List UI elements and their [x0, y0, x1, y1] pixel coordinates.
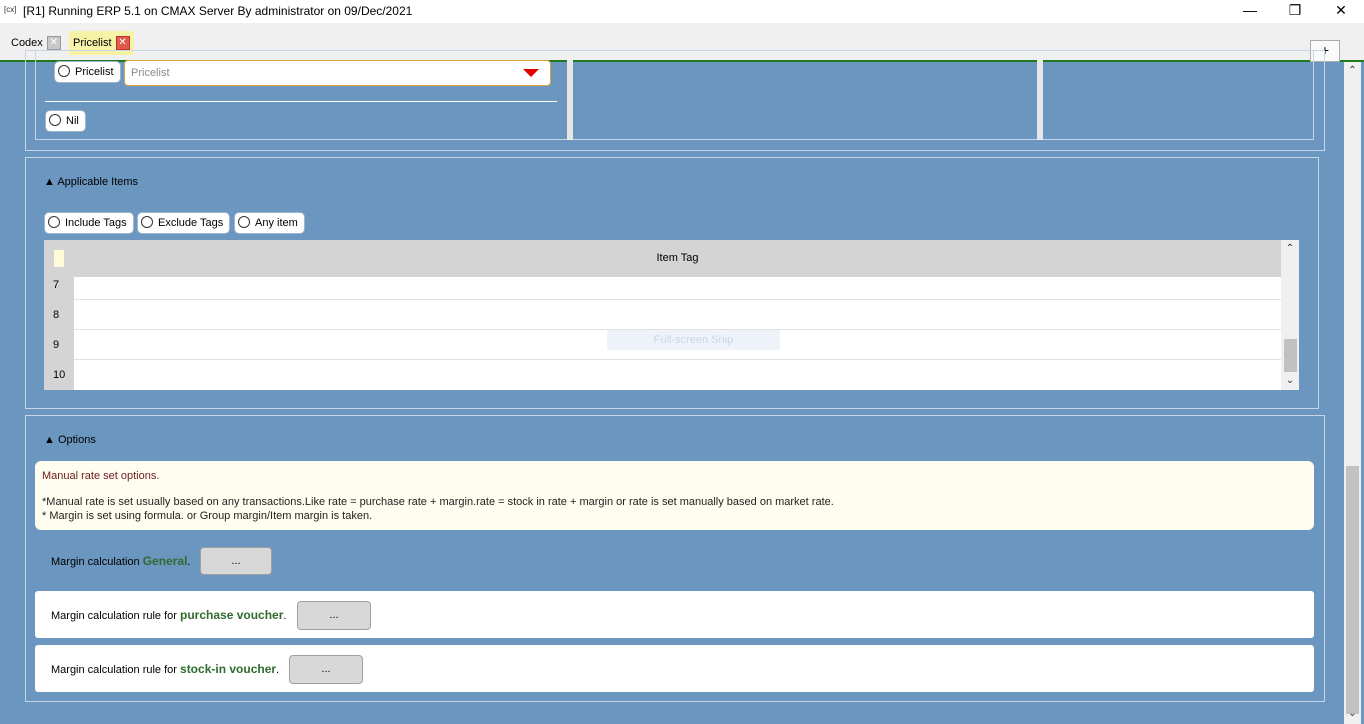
- window-title: [R1] Running ERP 5.1 on CMAX Server By a…: [23, 4, 413, 18]
- margin-general-label: Margin calculation General.: [51, 554, 191, 568]
- table-row[interactable]: 8: [44, 300, 1281, 330]
- scroll-up-icon[interactable]: ⌃: [1284, 243, 1296, 255]
- page-scroll-thumb[interactable]: [1346, 466, 1359, 714]
- purchase-rule-row: Margin calculation rule for purchase vou…: [35, 591, 1314, 638]
- column-splitter[interactable]: [567, 60, 573, 140]
- scroll-down-icon[interactable]: ⌄: [1284, 375, 1296, 387]
- exclude-tags-radio[interactable]: Exclude Tags: [137, 212, 231, 234]
- scroll-down-icon[interactable]: ⌄: [1346, 708, 1359, 719]
- radio-circle-icon: [48, 216, 60, 228]
- dropdown-arrow-icon: [523, 69, 539, 77]
- close-tab-icon[interactable]: ✕: [115, 36, 130, 51]
- item-tag-grid[interactable]: Item Tag 7 8 9 10 ⌃ ⌄: [44, 240, 1299, 390]
- pricelist-radio-label: Pricelist: [75, 66, 114, 78]
- scroll-up-icon[interactable]: ⌃: [1346, 65, 1359, 76]
- window-titlebar: [cx] [R1] Running ERP 5.1 on CMAX Server…: [0, 0, 1364, 23]
- include-tags-label: Include Tags: [65, 217, 127, 229]
- table-row[interactable]: 7: [44, 277, 1281, 300]
- exclude-tags-label: Exclude Tags: [158, 217, 224, 229]
- nil-radio[interactable]: Nil: [45, 110, 86, 132]
- pricelist-select[interactable]: Pricelist: [124, 60, 551, 86]
- stockin-rule-button[interactable]: ...: [289, 655, 363, 684]
- column-header-item-tag[interactable]: Item Tag: [74, 240, 1281, 277]
- app-logo-icon: [cx]: [4, 5, 17, 14]
- tab-codex-label: Codex: [11, 37, 43, 49]
- radio-circle-icon: [49, 114, 61, 126]
- grid-select-all-cell[interactable]: [54, 250, 64, 267]
- grid-header: Item Tag: [44, 240, 1281, 277]
- info-text: *Manual rate is set usually based on any…: [42, 496, 834, 508]
- minimize-button[interactable]: —: [1238, 2, 1262, 20]
- info-text: * Margin is set using formula. or Group …: [42, 510, 373, 522]
- any-item-label: Any item: [255, 217, 298, 229]
- divider: [45, 101, 557, 102]
- any-item-radio[interactable]: Any item: [234, 212, 305, 234]
- grid-scroll-thumb[interactable]: [1284, 339, 1297, 372]
- info-box: Manual rate set options. *Manual rate is…: [35, 461, 1314, 530]
- margin-general-button[interactable]: ...: [200, 547, 272, 575]
- pricelist-select-placeholder: Pricelist: [131, 67, 170, 79]
- tab-pricelist-label: Pricelist: [73, 37, 112, 49]
- radio-circle-icon: [58, 65, 70, 77]
- nil-radio-label: Nil: [66, 115, 79, 127]
- row-number: 9: [44, 330, 74, 360]
- purchase-rule-label: Margin calculation rule for purchase vou…: [51, 608, 287, 622]
- radio-circle-icon: [238, 216, 250, 228]
- column-splitter[interactable]: [1037, 60, 1043, 140]
- stockin-rule-label: Margin calculation rule for stock-in vou…: [51, 662, 280, 676]
- close-window-button[interactable]: ✕: [1329, 2, 1353, 20]
- info-heading: Manual rate set options.: [42, 470, 160, 482]
- pricelist-radio[interactable]: Pricelist: [54, 61, 121, 83]
- applicable-items-title[interactable]: ▲ Applicable Items: [44, 176, 138, 188]
- table-row[interactable]: 10: [44, 360, 1281, 390]
- options-title[interactable]: ▲ Options: [44, 434, 96, 446]
- snip-watermark: Full-screen Snip: [607, 330, 780, 350]
- purchase-rule-button[interactable]: ...: [297, 601, 371, 630]
- page-scrollbar[interactable]: ⌃ ⌄: [1344, 62, 1361, 724]
- grid-scrollbar[interactable]: ⌃ ⌄: [1281, 240, 1299, 390]
- row-number: 8: [44, 300, 74, 330]
- radio-circle-icon: [141, 216, 153, 228]
- stockin-rule-row: Margin calculation rule for stock-in vou…: [35, 645, 1314, 692]
- row-number: 10: [44, 360, 74, 390]
- close-tab-icon[interactable]: ✕: [46, 36, 61, 51]
- include-tags-radio[interactable]: Include Tags: [44, 212, 134, 234]
- row-number: 7: [44, 277, 74, 300]
- restore-button[interactable]: ❐: [1283, 2, 1307, 20]
